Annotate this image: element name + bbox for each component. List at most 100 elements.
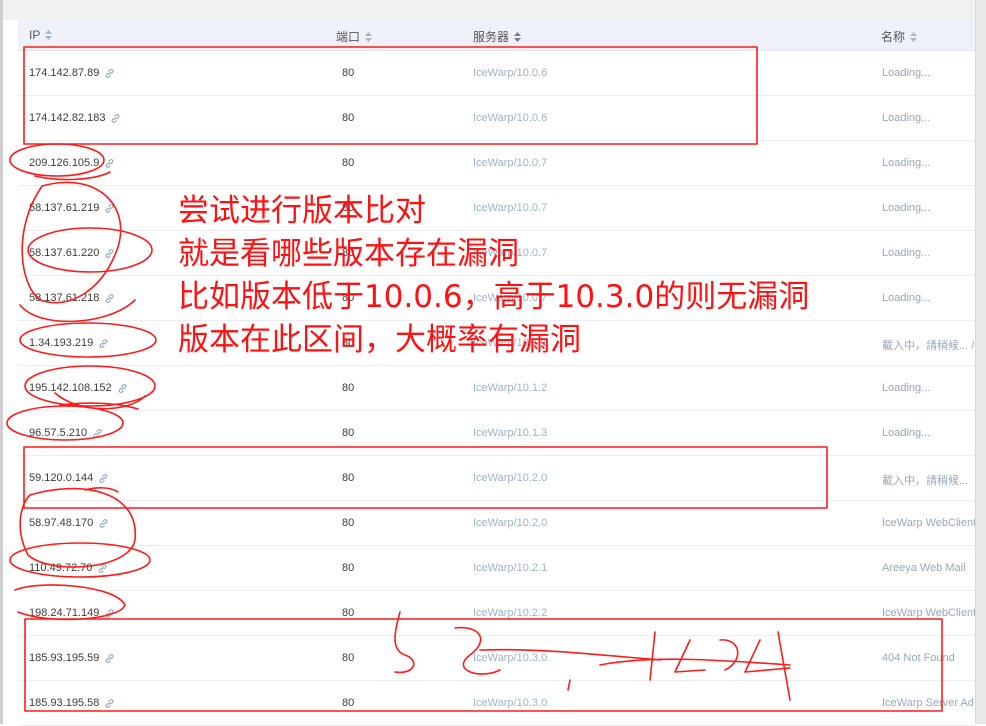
ip-cell[interactable]: 209.126.105.9 [29, 157, 115, 169]
table-row[interactable]: 185.93.195.59 80 IceWarp/10.3.0 404 Not Fou… [18, 636, 976, 681]
ip-link[interactable]: 96.57.5.210 [29, 427, 87, 439]
ip-cell[interactable]: 185.93.195.58 [29, 697, 115, 709]
port-cell: 80 [342, 607, 355, 619]
annotation-line: 版本在此区间，大概率有漏洞 [178, 322, 581, 358]
port-cell: 80 [342, 157, 355, 169]
ip-link[interactable]: 58.97.48.170 [29, 517, 93, 529]
table-body: 174.142.87.89 80 IceWarp/10.0.6 Loading... 1… [18, 51, 976, 726]
ip-link[interactable]: 209.126.105.9 [29, 157, 99, 169]
link-icon[interactable] [104, 608, 115, 619]
table-row[interactable]: 209.126.105.9 80 IceWarp/10.0.7 Loading... [18, 141, 976, 186]
ip-link[interactable]: 59.120.0.144 [29, 472, 93, 484]
table-row[interactable]: 174.142.82.183 80 IceWarp/10.0.6 Loading... [18, 96, 976, 141]
ip-cell[interactable]: 185.93.195.59 [29, 652, 115, 664]
server-cell: IceWarp/10.2.2 [473, 607, 548, 619]
link-icon[interactable] [104, 158, 115, 169]
column-header-ip[interactable]: IP [29, 28, 53, 42]
ip-cell[interactable]: 195.142.108.152 [29, 382, 128, 394]
column-header-port[interactable]: 端口 [336, 28, 373, 45]
name-cell: IceWarp WebClient [882, 607, 977, 619]
ip-cell[interactable]: 1.34.193.219 [29, 337, 109, 349]
name-cell: 404 Not Found [882, 652, 955, 664]
annotation-text: 尝试进行版本比对 就是看哪些版本存在漏洞 比如版本低于10.0.6，高于10.3… [178, 190, 809, 362]
column-header-server[interactable]: 服务器 [473, 28, 522, 45]
link-icon[interactable] [110, 113, 121, 124]
port-cell: 80 [342, 562, 355, 574]
name-cell: IceWarp WebClient [882, 517, 977, 529]
server-cell: IceWarp/10.0.7 [473, 157, 548, 169]
column-header-name[interactable]: 名称 [881, 28, 918, 45]
ip-cell[interactable]: 59.120.0.144 [29, 472, 109, 484]
ip-link[interactable]: 58.137.61.220 [29, 247, 99, 259]
link-icon[interactable] [104, 68, 115, 79]
name-cell: IceWarp Server Ad [882, 697, 974, 709]
port-cell: 80 [342, 427, 355, 439]
port-cell: 80 [342, 382, 355, 394]
server-cell: IceWarp/10.0.6 [473, 67, 548, 79]
table-row[interactable]: 96.57.5.210 80 IceWarp/10.1.3 Loading... [18, 411, 976, 456]
table-row[interactable]: 59.120.0.144 80 IceWarp/10.2.0 載入中，請稍候... [18, 456, 976, 501]
ip-cell[interactable]: 58.137.61.220 [29, 247, 115, 259]
sort-icon[interactable] [909, 31, 918, 43]
name-cell: Loading... [882, 247, 931, 259]
link-icon[interactable] [104, 203, 115, 214]
server-cell: IceWarp/10.1.2 [473, 382, 548, 394]
table-row[interactable]: 174.142.87.89 80 IceWarp/10.0.6 Loading... [18, 51, 976, 96]
name-cell: Areeya Web Mail [882, 562, 966, 574]
ip-cell[interactable]: 174.142.87.89 [29, 67, 115, 79]
table-row[interactable]: 185.93.195.58 80 IceWarp/10.3.0 IceWarp Ser… [18, 681, 976, 726]
ip-link[interactable]: 58.137.61.219 [29, 202, 99, 214]
ip-cell[interactable]: 174.142.82.183 [29, 112, 121, 124]
link-icon[interactable] [98, 473, 109, 484]
ip-link[interactable]: 185.93.195.58 [29, 697, 99, 709]
ip-link[interactable]: 58.137.61.218 [29, 292, 99, 304]
table-row[interactable]: 58.97.48.170 80 IceWarp/10.2.0 IceWarp WebC… [18, 501, 976, 546]
name-cell: Loading... [882, 427, 931, 439]
ip-cell[interactable]: 96.57.5.210 [29, 427, 103, 439]
sort-icon[interactable] [364, 31, 373, 43]
ip-link[interactable]: 174.142.87.89 [29, 67, 99, 79]
sort-icon[interactable] [44, 29, 53, 41]
port-cell: 80 [342, 652, 355, 664]
ip-link[interactable]: 174.142.82.183 [29, 112, 105, 124]
port-cell: 80 [342, 472, 355, 484]
server-cell: IceWarp/10.3.0 [473, 652, 548, 664]
ip-cell[interactable]: 58.137.61.218 [29, 292, 115, 304]
name-cell: Loading... [882, 202, 931, 214]
name-cell: Loading... [882, 292, 931, 304]
table-header: IP 端口 服务器 名称 [18, 20, 976, 51]
server-cell: IceWarp/10.2.0 [473, 517, 548, 529]
link-icon[interactable] [97, 563, 108, 574]
name-cell: Loading... [882, 112, 931, 124]
port-cell: 80 [342, 112, 355, 124]
link-icon[interactable] [104, 653, 115, 664]
ip-cell[interactable]: 58.97.48.170 [29, 517, 109, 529]
scrollbar[interactable] [975, 0, 986, 724]
port-cell: 80 [342, 697, 355, 709]
ip-cell[interactable]: 198.24.71.149 [29, 607, 115, 619]
link-icon[interactable] [104, 248, 115, 259]
table-row[interactable]: 198.24.71.149 80 IceWarp/10.2.2 IceWarp Web… [18, 591, 976, 636]
link-icon[interactable] [92, 428, 103, 439]
ip-link[interactable]: 195.142.108.152 [29, 382, 112, 394]
ip-link[interactable]: 185.93.195.59 [29, 652, 99, 664]
column-header-label: 端口 [336, 30, 361, 44]
table-row[interactable]: 195.142.108.152 80 IceWarp/10.1.2 Loading..… [18, 366, 976, 411]
left-edge [0, 0, 3, 724]
link-icon[interactable] [98, 338, 109, 349]
ip-link[interactable]: 110.49.72.70 [29, 562, 92, 574]
ip-link[interactable]: 198.24.71.149 [29, 607, 99, 619]
ip-link[interactable]: 1.34.193.219 [29, 337, 93, 349]
sort-icon[interactable] [513, 31, 522, 43]
server-cell: IceWarp/10.0.6 [473, 112, 548, 124]
column-header-label: 服务器 [473, 30, 510, 44]
link-icon[interactable] [117, 383, 128, 394]
port-cell: 80 [342, 517, 355, 529]
ip-cell[interactable]: 58.137.61.219 [29, 202, 115, 214]
table-row[interactable]: 110.49.72.70 80 IceWarp/10.2.1 Areeya Web M… [18, 546, 976, 591]
ip-cell[interactable]: 110.49.72.70 [29, 562, 108, 574]
link-icon[interactable] [104, 293, 115, 304]
link-icon[interactable] [104, 698, 115, 709]
link-icon[interactable] [98, 518, 109, 529]
name-cell: 載入中，請稍候... / [882, 340, 975, 352]
